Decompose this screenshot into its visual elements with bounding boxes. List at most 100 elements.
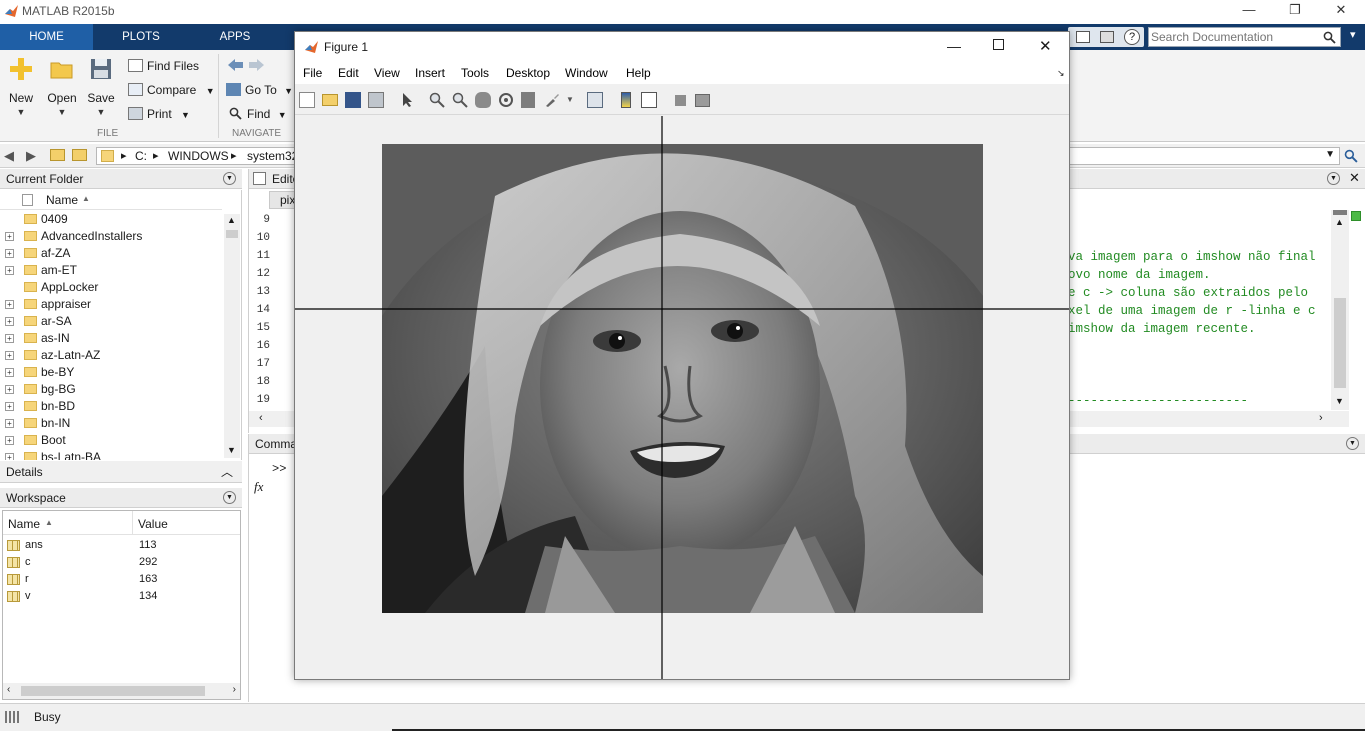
go-to-button[interactable]: Go To ▼ (226, 81, 293, 99)
zoom-out-icon[interactable] (452, 92, 468, 108)
colorbar-icon[interactable] (621, 92, 631, 108)
workspace-variable-row[interactable]: ans 113 (5, 537, 241, 554)
expand-plus-icon[interactable]: + (5, 402, 14, 411)
save-button[interactable]: Save ▼ (80, 56, 122, 117)
menu-view[interactable]: View (374, 66, 400, 80)
path-segment[interactable]: C: (135, 149, 147, 163)
figure-window[interactable]: Figure 1 — ✕ File Edit View Insert Tools… (294, 31, 1070, 680)
tab-home[interactable]: HOME (0, 24, 93, 50)
path-dropdown-icon[interactable]: ▼ (1325, 149, 1335, 160)
expand-plus-icon[interactable]: + (5, 266, 14, 275)
menu-edit[interactable]: Edit (338, 66, 359, 80)
expand-plus-icon[interactable]: + (5, 385, 14, 394)
editor-comment-line[interactable]: imshow da imagem recente. (1068, 322, 1256, 336)
link-plot-icon[interactable] (587, 92, 603, 108)
close-button[interactable]: ✕ (1330, 2, 1352, 18)
folder-list-item[interactable]: + bn-IN (0, 415, 240, 432)
editor-comment-line[interactable]: xel de uma imagem de r -linha e c (1068, 304, 1316, 318)
dock-arrow-icon[interactable]: ↘ (1057, 68, 1065, 79)
path-search-icon[interactable] (1344, 149, 1358, 163)
expand-plus-icon[interactable]: + (5, 317, 14, 326)
legend-icon[interactable] (641, 92, 657, 108)
figure-close-button[interactable]: ✕ (1039, 37, 1052, 55)
editor-close-icon[interactable]: ✕ (1349, 170, 1360, 186)
print-figure-icon[interactable] (368, 92, 384, 108)
figure-title-bar[interactable]: Figure 1 — ✕ (295, 32, 1069, 62)
edit-plot-arrow-icon[interactable] (400, 92, 416, 108)
print-icon[interactable] (1100, 31, 1114, 43)
find-files-button[interactable]: Find Files (128, 57, 199, 75)
image-axes[interactable] (295, 116, 1069, 679)
browse-folder-icon[interactable] (72, 149, 87, 161)
folder-list-item[interactable]: 0409 (0, 211, 240, 228)
expand-plus-icon[interactable]: + (5, 419, 14, 428)
figure-canvas[interactable] (295, 116, 1069, 679)
menu-window[interactable]: Window (565, 66, 608, 80)
figure-maximize-button[interactable] (993, 39, 1004, 50)
panel-menu-icon[interactable]: ▼ (1327, 172, 1340, 185)
editor-comment-line[interactable]: e c -> coluna são extraidos pelo (1068, 286, 1308, 300)
forward-arrow-icon[interactable]: ▶ (26, 148, 36, 164)
compare-button[interactable]: Compare ▼ (128, 81, 215, 99)
new-button[interactable]: New ▼ (0, 56, 42, 117)
tab-plots[interactable]: PLOTS (95, 24, 187, 50)
folder-scrollbar[interactable]: ▲ ▼ (224, 214, 240, 458)
ribbon-collapse-icon[interactable]: ▾ (1350, 28, 1356, 41)
find-button[interactable]: Find ▼ (228, 105, 287, 123)
restore-button[interactable]: ❐ (1284, 2, 1306, 18)
folder-list-item[interactable]: + Boot (0, 432, 240, 449)
folder-list-item[interactable]: + bs-Latn-BA (0, 449, 240, 460)
print-button[interactable]: Print ▼ (128, 105, 190, 123)
figure-minimize-button[interactable]: — (947, 38, 961, 54)
expand-plus-icon[interactable]: + (5, 453, 14, 460)
folder-list-item[interactable]: AppLocker (0, 279, 240, 296)
new-figure-icon[interactable] (299, 92, 315, 108)
back-arrow-icon[interactable]: ◀ (4, 148, 14, 164)
folder-list-item[interactable]: + az-Latn-AZ (0, 347, 240, 364)
folder-list-item[interactable]: + appraiser (0, 296, 240, 313)
zoom-in-icon[interactable] (429, 92, 445, 108)
ws-name-header[interactable]: Name (8, 517, 40, 531)
editor-comment-line[interactable]: va imagem para o imshow não final (1068, 250, 1316, 264)
panel-menu-icon[interactable]: ▼ (223, 172, 236, 185)
expand-plus-icon[interactable]: + (5, 249, 14, 258)
menu-tools[interactable]: Tools (461, 66, 489, 80)
name-column-header[interactable]: Name ▲ (0, 190, 222, 210)
folder-list-item[interactable]: + ar-SA (0, 313, 240, 330)
search-documentation-input[interactable] (1151, 29, 1319, 45)
expand-plus-icon[interactable]: + (5, 300, 14, 309)
code-analyzer-ok-icon[interactable] (1351, 211, 1361, 221)
folder-list-item[interactable]: + AdvancedInstallers (0, 228, 240, 245)
expand-plus-icon[interactable]: + (5, 368, 14, 377)
function-browser-icon[interactable]: fx (254, 479, 263, 495)
minimize-button[interactable]: — (1238, 2, 1260, 17)
editor-vscrollbar[interactable]: ▲ ▼ (1331, 210, 1349, 410)
path-segment[interactable]: WINDOWS (168, 149, 229, 163)
expand-plus-icon[interactable]: + (5, 351, 14, 360)
ws-value-header[interactable]: Value (138, 517, 168, 531)
expand-plus-icon[interactable]: + (5, 436, 14, 445)
hide-plot-tools-icon[interactable] (675, 95, 686, 106)
panel-menu-icon[interactable]: ▼ (1346, 437, 1359, 450)
folder-list-item[interactable]: + af-ZA (0, 245, 240, 262)
workspace-hscrollbar[interactable]: ‹ › (3, 683, 240, 699)
menu-desktop[interactable]: Desktop (506, 66, 550, 80)
folder-list-item[interactable]: + am-ET (0, 262, 240, 279)
folder-list-item[interactable]: + be-BY (0, 364, 240, 381)
pan-hand-icon[interactable] (475, 92, 491, 108)
expand-plus-icon[interactable]: + (5, 232, 14, 241)
back-forward-arrows-icon[interactable] (226, 58, 266, 72)
search-icon[interactable] (1323, 31, 1336, 44)
tab-apps[interactable]: APPS (189, 24, 281, 50)
workspace-variable-row[interactable]: v 134 (5, 588, 241, 605)
expand-plus-icon[interactable]: + (5, 334, 14, 343)
collapse-chevron-icon[interactable]: ︿ (221, 461, 233, 483)
undo-icon[interactable] (1076, 31, 1090, 43)
folder-list-item[interactable]: + as-IN (0, 330, 240, 347)
open-button[interactable]: Open ▼ (41, 56, 83, 117)
workspace-variable-row[interactable]: r 163 (5, 571, 241, 588)
menu-help[interactable]: Help (626, 66, 651, 80)
panel-menu-icon[interactable]: ▼ (223, 491, 236, 504)
save-figure-icon[interactable] (345, 92, 361, 108)
folder-list-item[interactable]: + bg-BG (0, 381, 240, 398)
